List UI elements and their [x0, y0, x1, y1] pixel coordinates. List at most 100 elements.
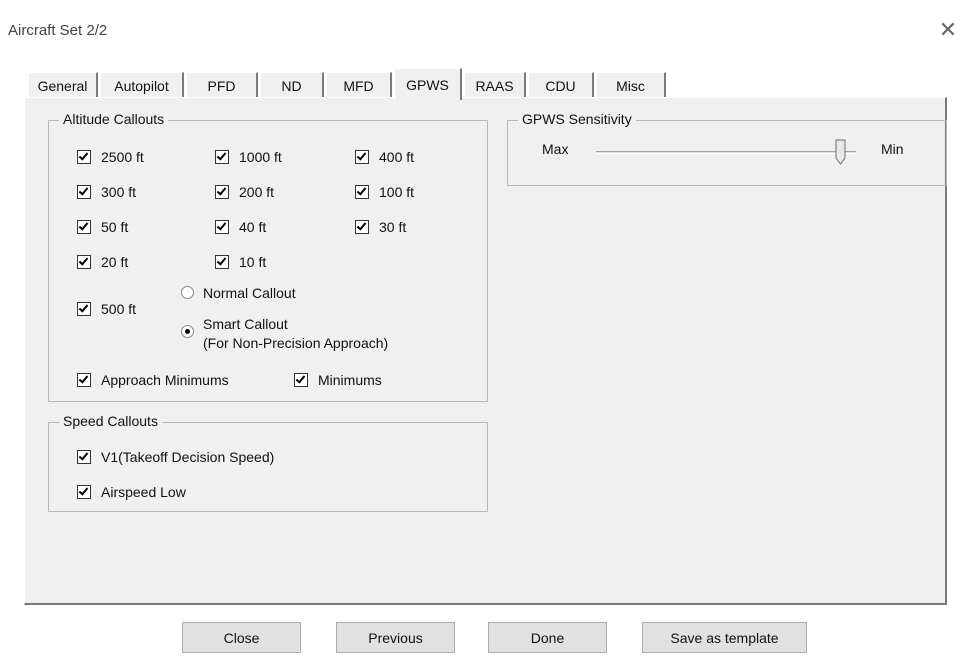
close-button[interactable]: Close — [182, 622, 301, 653]
tab-misc[interactable]: Misc — [596, 72, 666, 98]
tab-nd-label: ND — [281, 77, 302, 94]
gpws-sensitivity-group: GPWS Sensitivity Max Min — [507, 111, 947, 186]
sensitivity-max-label: Max — [542, 141, 569, 157]
checkbox-40-ft[interactable]: 40 ft — [215, 219, 266, 235]
altitude-callouts-title: Altitude Callouts — [59, 111, 169, 127]
sensitivity-min-label: Min — [881, 141, 904, 157]
checkbox-200-ft[interactable]: 200 ft — [215, 184, 274, 200]
radio-normal-callout-label: Normal Callout — [203, 285, 296, 301]
save-as-template-button[interactable]: Save as template — [642, 622, 807, 653]
checkbox-10-ft[interactable]: 10 ft — [215, 254, 266, 270]
checkbox-400-ft[interactable]: 400 ft — [355, 149, 414, 165]
tab-mfd-label: MFD — [343, 77, 374, 94]
window-title: Aircraft Set 2/2 — [8, 22, 108, 39]
checkbox-500-ft[interactable]: 500 ft — [77, 301, 136, 317]
check-mark-icon — [78, 220, 89, 231]
sensitivity-slider-thumb[interactable] — [835, 139, 846, 165]
radio-normal-callout-circle[interactable] — [181, 286, 194, 299]
check-mark-icon — [356, 150, 367, 161]
check-mark-icon — [78, 450, 89, 461]
checkbox-v1-box[interactable] — [77, 450, 91, 464]
checkbox-v1-label: V1(Takeoff Decision Speed) — [101, 449, 275, 465]
checkbox-300-ft-box[interactable] — [77, 185, 91, 199]
tab-mfd[interactable]: MFD — [326, 72, 392, 98]
checkbox-50-ft-label: 50 ft — [101, 219, 129, 235]
checkbox-20-ft[interactable]: 20 ft — [77, 254, 128, 270]
previous-button[interactable]: Previous — [336, 622, 455, 653]
checkbox-2500-ft[interactable]: 2500 ft — [77, 149, 144, 165]
checkbox-minimums[interactable]: Minimums — [294, 372, 382, 388]
checkbox-30-ft-label: 30 ft — [379, 219, 407, 235]
done-button[interactable]: Done — [488, 622, 607, 653]
check-mark-icon — [356, 185, 367, 196]
tab-general[interactable]: General — [28, 72, 98, 98]
radio-smart-callout-circle[interactable] — [181, 325, 194, 338]
tab-pfd[interactable]: PFD — [186, 72, 258, 98]
checkbox-100-ft-label: 100 ft — [379, 184, 415, 200]
checkbox-1000-ft-label: 1000 ft — [239, 149, 282, 165]
tab-cdu[interactable]: CDU — [528, 72, 594, 98]
checkbox-1000-ft[interactable]: 1000 ft — [215, 149, 282, 165]
checkbox-airspeed-low[interactable]: Airspeed Low — [77, 484, 186, 500]
tab-autopilot[interactable]: Autopilot — [100, 72, 184, 98]
checkbox-approach-minimums-box[interactable] — [77, 373, 91, 387]
checkbox-20-ft-label: 20 ft — [101, 254, 129, 270]
tab-misc-label: Misc — [616, 77, 645, 94]
tab-general-label: General — [37, 77, 88, 94]
radio-normal-callout[interactable]: Normal Callout — [181, 284, 296, 303]
tab-gpws[interactable]: GPWS — [394, 68, 462, 100]
check-mark-icon — [356, 220, 367, 231]
checkbox-300-ft[interactable]: 300 ft — [77, 184, 136, 200]
tab-panel: Altitude Callouts 2500 ft 1000 ft 400 ft… — [24, 97, 947, 605]
check-mark-icon — [78, 302, 89, 313]
tab-nd[interactable]: ND — [260, 72, 324, 98]
speed-callouts-title: Speed Callouts — [59, 413, 162, 429]
radio-smart-callout-label-line1: Smart Callout — [203, 316, 288, 332]
checkbox-2500-ft-label: 2500 ft — [101, 149, 144, 165]
gpws-sensitivity-title: GPWS Sensitivity — [518, 111, 636, 127]
checkbox-100-ft[interactable]: 100 ft — [355, 184, 414, 200]
checkbox-40-ft-box[interactable] — [215, 220, 229, 234]
checkbox-airspeed-low-box[interactable] — [77, 485, 91, 499]
check-mark-icon — [78, 150, 89, 161]
checkbox-200-ft-label: 200 ft — [239, 184, 275, 200]
checkbox-2500-ft-box[interactable] — [77, 150, 91, 164]
sensitivity-slider-track[interactable] — [596, 151, 856, 154]
checkbox-10-ft-box[interactable] — [215, 255, 229, 269]
checkbox-500-ft-box[interactable] — [77, 302, 91, 316]
checkbox-50-ft-box[interactable] — [77, 220, 91, 234]
checkbox-approach-minimums-label: Approach Minimums — [101, 372, 229, 388]
checkbox-airspeed-low-label: Airspeed Low — [101, 484, 186, 500]
tab-raas[interactable]: RAAS — [464, 72, 526, 98]
checkbox-20-ft-box[interactable] — [77, 255, 91, 269]
check-mark-icon — [78, 185, 89, 196]
checkbox-400-ft-box[interactable] — [355, 150, 369, 164]
checkbox-400-ft-label: 400 ft — [379, 149, 415, 165]
checkbox-30-ft[interactable]: 30 ft — [355, 219, 406, 235]
checkbox-1000-ft-box[interactable] — [215, 150, 229, 164]
checkbox-v1-takeoff-decision-speed[interactable]: V1(Takeoff Decision Speed) — [77, 449, 274, 465]
radio-smart-callout-label-line2: (For Non-Precision Approach) — [203, 335, 389, 351]
check-mark-icon — [78, 485, 89, 496]
checkbox-300-ft-label: 300 ft — [101, 184, 137, 200]
check-mark-icon — [78, 255, 89, 266]
checkbox-minimums-box[interactable] — [294, 373, 308, 387]
checkbox-10-ft-label: 10 ft — [239, 254, 267, 270]
tab-cdu-label: CDU — [545, 77, 576, 94]
checkbox-200-ft-box[interactable] — [215, 185, 229, 199]
check-mark-icon — [216, 255, 227, 266]
check-mark-icon — [216, 185, 227, 196]
tab-pfd-label: PFD — [207, 77, 236, 94]
checkbox-50-ft[interactable]: 50 ft — [77, 219, 128, 235]
altitude-callouts-group: Altitude Callouts 2500 ft 1000 ft 400 ft… — [48, 111, 488, 402]
close-icon[interactable]: ✕ — [936, 17, 960, 42]
checkbox-100-ft-box[interactable] — [355, 185, 369, 199]
tab-raas-label: RAAS — [475, 77, 514, 94]
checkbox-500-ft-label: 500 ft — [101, 301, 137, 317]
check-mark-icon — [78, 373, 89, 384]
check-mark-icon — [216, 150, 227, 161]
tab-autopilot-label: Autopilot — [114, 77, 169, 94]
checkbox-approach-minimums[interactable]: Approach Minimums — [77, 372, 229, 388]
checkbox-30-ft-box[interactable] — [355, 220, 369, 234]
radio-smart-callout[interactable]: Smart Callout (For Non-Precision Approach… — [181, 315, 388, 353]
